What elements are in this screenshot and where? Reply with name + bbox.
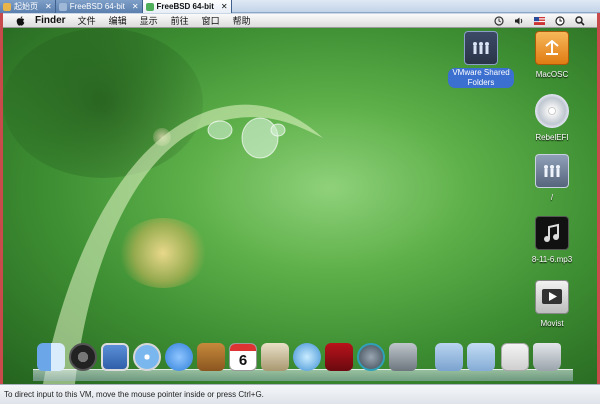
documents-folder-icon[interactable] xyxy=(467,343,495,371)
desktop-icon-macosc[interactable]: MacOSC xyxy=(517,31,587,80)
spotlight-icon[interactable] xyxy=(575,15,585,26)
ical-day: 6 xyxy=(238,352,248,369)
volume-icon[interactable] xyxy=(514,16,524,26)
finder-icon[interactable] xyxy=(37,343,65,371)
time-machine-icon[interactable] xyxy=(357,343,385,371)
address-book-icon[interactable] xyxy=(197,343,225,371)
itunes-icon[interactable] xyxy=(293,343,321,371)
time-machine-icon[interactable] xyxy=(494,15,504,26)
desktop-icon-label: / xyxy=(550,193,554,202)
close-icon[interactable]: ✕ xyxy=(221,2,228,11)
ical-icon[interactable]: 6 xyxy=(229,343,257,371)
tab-label: FreeBSD 64-bit xyxy=(69,2,125,11)
clock-icon[interactable] xyxy=(555,15,565,26)
desktop-icon-label: Movist xyxy=(540,319,564,328)
menu-finder[interactable]: Finder xyxy=(35,15,66,26)
tab-start-page[interactable]: 起始页 ✕ xyxy=(0,0,56,13)
trash-icon[interactable] xyxy=(533,343,561,371)
tab-label: FreeBSD 64-bit xyxy=(156,2,214,11)
vm-status-bar: To direct input to this VM, move the mou… xyxy=(0,384,600,404)
menu-go[interactable]: 前往 xyxy=(171,14,189,27)
desktop-icon-vmware-shared-folders[interactable]: VMware Shared Folders xyxy=(446,31,516,88)
desktop[interactable]: VMware Shared Folders MacOSC RebelEFI / … xyxy=(3,28,597,384)
hard-drive-icon xyxy=(535,154,569,188)
preview-icon[interactable] xyxy=(101,343,129,371)
desktop-icon-label: 8-11-6.mp3 xyxy=(531,255,573,264)
vm-icon xyxy=(58,2,67,11)
apple-icon[interactable] xyxy=(16,15,25,26)
tab-freebsd-2[interactable]: FreeBSD 64-bit ✕ xyxy=(142,0,232,13)
desktop-icon-label: VMware Shared Folders xyxy=(448,68,514,88)
music-file-icon xyxy=(535,216,569,250)
desktop-icon-label: RebelEFI xyxy=(535,133,569,142)
applications-folder-icon[interactable] xyxy=(435,343,463,371)
close-icon[interactable]: ✕ xyxy=(45,2,52,11)
flag-icon[interactable] xyxy=(534,16,545,25)
mac-menubar: Finder 文件 编辑 显示 前往 窗口 帮助 xyxy=(3,14,597,28)
home-icon xyxy=(3,2,11,11)
menu-edit[interactable]: 编辑 xyxy=(109,14,127,27)
desktop-icon-movist[interactable]: Movist xyxy=(517,280,587,329)
vm-icon xyxy=(145,2,154,11)
disc-icon xyxy=(535,94,569,128)
desktop-icon-mp3[interactable]: 8-11-6.mp3 xyxy=(517,216,587,265)
downloads-stack-icon[interactable] xyxy=(501,343,529,371)
desktop-icon-root-volume[interactable]: / xyxy=(517,154,587,203)
menu-help[interactable]: 帮助 xyxy=(233,14,251,27)
tab-freebsd-1[interactable]: FreeBSD 64-bit ✕ xyxy=(55,0,143,13)
desktop-icon-rebelefi[interactable]: RebelEFI xyxy=(517,94,587,143)
system-preferences-icon[interactable] xyxy=(389,343,417,371)
ichat-icon[interactable] xyxy=(165,343,193,371)
shared-folder-icon xyxy=(464,31,498,65)
external-drive-icon xyxy=(535,31,569,65)
dashboard-icon[interactable] xyxy=(69,343,97,371)
desktop-icon-label: MacOSC xyxy=(535,70,569,79)
menu-view[interactable]: 显示 xyxy=(140,14,158,27)
iphoto-icon[interactable] xyxy=(261,343,289,371)
menu-file[interactable]: 文件 xyxy=(78,14,96,27)
movie-player-icon xyxy=(535,280,569,314)
photo-booth-icon[interactable] xyxy=(325,343,353,371)
menubar-status-area xyxy=(494,15,585,26)
host-tab-strip: 起始页 ✕ FreeBSD 64-bit ✕ FreeBSD 64-bit ✕ xyxy=(0,0,600,13)
dock: 6 xyxy=(33,343,573,381)
menu-window[interactable]: 窗口 xyxy=(202,14,220,27)
close-icon[interactable]: ✕ xyxy=(132,2,139,11)
tab-label: 起始页 xyxy=(14,2,38,11)
safari-icon[interactable] xyxy=(133,343,161,371)
